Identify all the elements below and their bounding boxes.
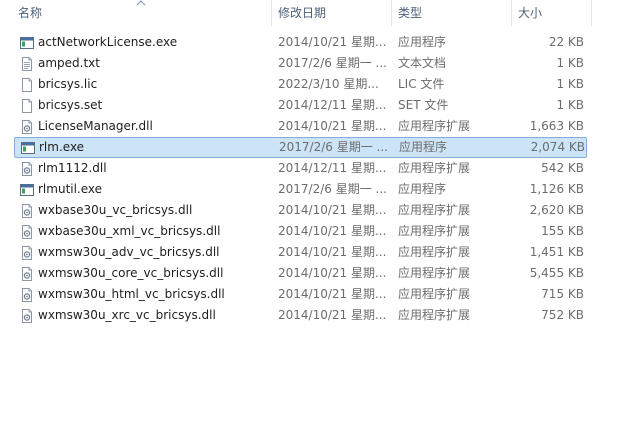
file-name: wxmsw30u_core_vc_bricsys.dll — [38, 266, 224, 280]
file-name: rlm1112.dll — [38, 161, 107, 175]
file-row[interactable]: wxmsw30u_html_vc_bricsys.dll 2014/10/21 星… — [14, 284, 587, 305]
dll-icon — [19, 266, 35, 282]
file-date: 2014/10/21 星期... — [278, 119, 387, 133]
file-name: wxmsw30u_xrc_vc_bricsys.dll — [38, 308, 216, 322]
file-size: 1,451 KB — [529, 245, 584, 259]
file-type: LIC 文件 — [398, 77, 445, 91]
file-type: 应用程序扩展 — [398, 287, 471, 301]
exe-icon — [19, 182, 35, 198]
file-name: rlm.exe — [39, 140, 85, 154]
file-type: 应用程序扩展 — [398, 119, 471, 133]
file-date: 2017/2/6 星期一 ... — [279, 140, 388, 154]
file-size: 155 KB — [541, 224, 584, 238]
file-row[interactable]: bricsys.set 2014/12/11 星期... SET 文件 1 KB — [14, 95, 587, 116]
file-size: 715 KB — [541, 287, 584, 301]
file-row[interactable]: wxmsw30u_adv_vc_bricsys.dll 2014/10/21 星期… — [14, 242, 587, 263]
file-type: 文本文档 — [398, 56, 447, 70]
file-name: actNetworkLicense.exe — [38, 35, 178, 49]
file-name: bricsys.set — [38, 98, 103, 112]
file-name: amped.txt — [38, 56, 100, 70]
file-name: wxmsw30u_adv_vc_bricsys.dll — [38, 245, 220, 259]
file-size: 2,074 KB — [530, 140, 585, 154]
column-divider[interactable] — [271, 0, 272, 26]
file-type: 应用程序 — [398, 35, 447, 49]
file-type: SET 文件 — [398, 98, 449, 112]
column-divider[interactable] — [511, 0, 512, 26]
file-row[interactable]: bricsys.lic 2022/3/10 星期... LIC 文件 1 KB — [14, 74, 587, 95]
dll-icon — [19, 287, 35, 303]
file-row[interactable]: LicenseManager.dll 2014/10/21 星期... 应用程序扩展… — [14, 116, 587, 137]
file-name: bricsys.lic — [38, 77, 98, 91]
dll-icon — [19, 119, 35, 135]
exe-icon — [20, 140, 36, 156]
file-date: 2014/10/21 星期... — [278, 287, 387, 301]
file-type: 应用程序扩展 — [398, 308, 471, 322]
file-name: wxbase30u_vc_bricsys.dll — [38, 203, 193, 217]
file-date: 2014/10/21 星期... — [278, 308, 387, 322]
file-name: LicenseManager.dll — [38, 119, 153, 133]
file-date: 2017/2/6 星期一 ... — [278, 56, 387, 70]
file-name: rlmutil.exe — [38, 182, 103, 196]
file-icon — [19, 77, 35, 93]
file-type: 应用程序扩展 — [398, 245, 471, 259]
file-row[interactable]: actNetworkLicense.exe 2014/10/21 星期... 应用程… — [14, 32, 587, 53]
file-size: 5,455 KB — [529, 266, 584, 280]
file-size: 1 KB — [556, 98, 584, 112]
file-row[interactable]: rlm.exe 2017/2/6 星期一 ... 应用程序 2,074 KB — [14, 137, 587, 158]
column-header-bar: 名称 修改日期 类型 大小 — [0, 0, 643, 26]
file-type: 应用程序扩展 — [398, 224, 471, 238]
file-date: 2014/10/21 星期... — [278, 35, 387, 49]
exe-icon — [19, 35, 35, 51]
file-date: 2014/12/11 星期... — [278, 98, 387, 112]
dll-icon — [19, 224, 35, 240]
file-size: 542 KB — [541, 161, 584, 175]
column-header-date[interactable]: 修改日期 — [278, 0, 388, 26]
file-date: 2014/10/21 星期... — [278, 203, 387, 217]
file-size: 1,663 KB — [529, 119, 584, 133]
file-date: 2022/3/10 星期... — [278, 77, 379, 91]
file-size: 1 KB — [556, 77, 584, 91]
file-size: 22 KB — [548, 35, 584, 49]
file-row[interactable]: rlmutil.exe 2017/2/6 星期一 ... 应用程序 1,126 KB — [14, 179, 587, 200]
file-type: 应用程序 — [398, 182, 447, 196]
file-name: wxbase30u_xml_vc_bricsys.dll — [38, 224, 221, 238]
column-divider[interactable] — [591, 0, 592, 26]
dll-icon — [19, 308, 35, 324]
file-size: 1 KB — [556, 56, 584, 70]
column-divider[interactable] — [391, 0, 392, 26]
file-size: 1,126 KB — [529, 182, 584, 196]
file-size: 752 KB — [541, 308, 584, 322]
file-type: 应用程序 — [399, 140, 448, 154]
file-icon — [19, 98, 35, 114]
file-type: 应用程序扩展 — [398, 266, 471, 280]
file-row[interactable]: wxmsw30u_xrc_vc_bricsys.dll 2014/10/21 星期… — [14, 305, 587, 326]
file-type: 应用程序扩展 — [398, 161, 471, 175]
file-size: 2,620 KB — [529, 203, 584, 217]
file-date: 2014/12/11 星期... — [278, 161, 387, 175]
file-date: 2014/10/21 星期... — [278, 224, 387, 238]
column-header-size[interactable]: 大小 — [518, 0, 588, 26]
file-name: wxmsw30u_html_vc_bricsys.dll — [38, 287, 225, 301]
file-row[interactable]: rlm1112.dll 2014/12/11 星期... 应用程序扩展 542 KB — [14, 158, 587, 179]
dll-icon — [19, 203, 35, 219]
file-row[interactable]: wxbase30u_vc_bricsys.dll 2014/10/21 星期...… — [14, 200, 587, 221]
txt-icon — [19, 56, 35, 72]
file-row[interactable]: amped.txt 2017/2/6 星期一 ... 文本文档 1 KB — [14, 53, 587, 74]
column-header-type[interactable]: 类型 — [398, 0, 508, 26]
dll-icon — [19, 161, 35, 177]
file-row[interactable]: wxmsw30u_core_vc_bricsys.dll 2014/10/21 星… — [14, 263, 587, 284]
file-row[interactable]: wxbase30u_xml_vc_bricsys.dll 2014/10/21 星… — [14, 221, 587, 242]
file-date: 2014/10/21 星期... — [278, 266, 387, 280]
sort-ascending-icon — [136, 0, 146, 6]
file-date: 2017/2/6 星期一 ... — [278, 182, 387, 196]
dll-icon — [19, 245, 35, 261]
file-type: 应用程序扩展 — [398, 203, 471, 217]
file-date: 2014/10/21 星期... — [278, 245, 387, 259]
